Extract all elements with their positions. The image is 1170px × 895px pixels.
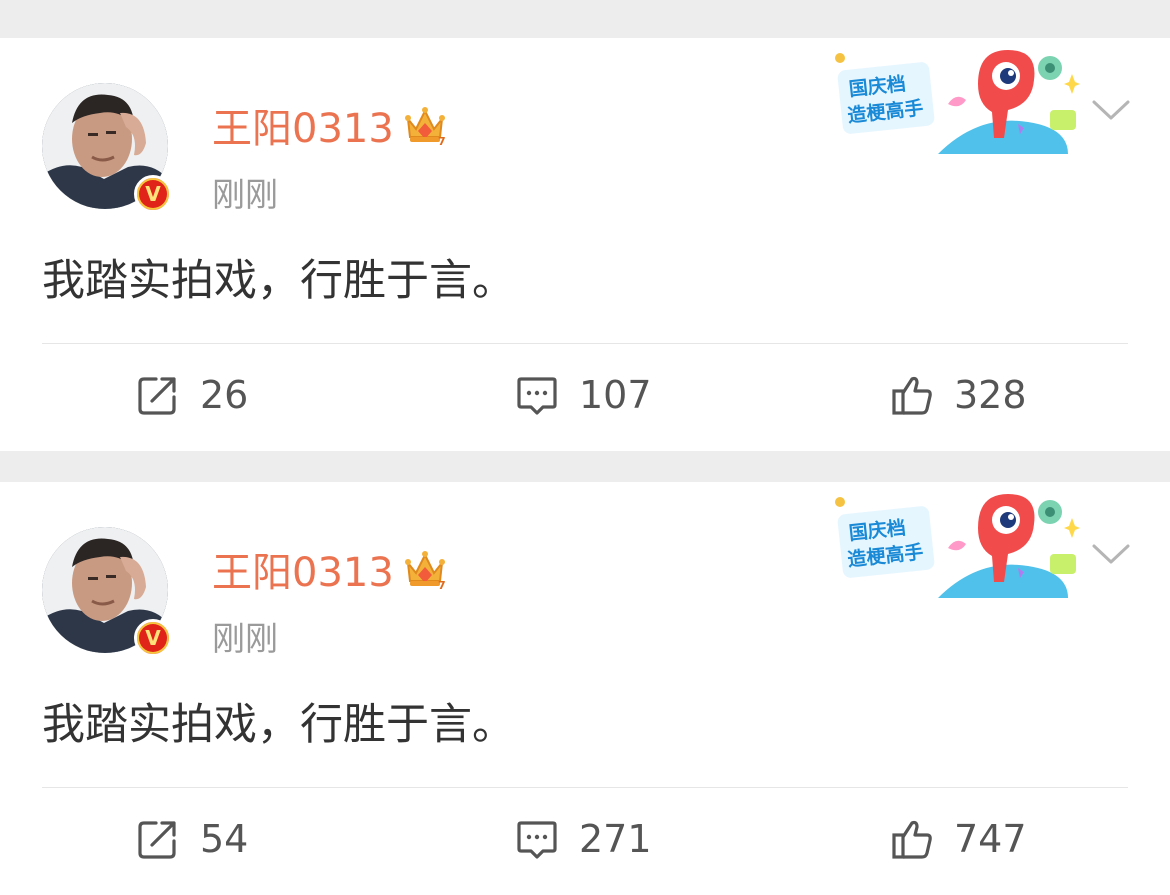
repost-icon: [138, 377, 176, 415]
username-row: 王阳0313 7: [212, 100, 448, 152]
chevron-down-icon[interactable]: [1090, 538, 1132, 568]
username-row: 王阳0313 7: [212, 544, 448, 596]
like-icon: [892, 820, 932, 859]
comment-count: 271: [579, 817, 652, 861]
post-time: 刚刚: [212, 619, 278, 658]
repost-button[interactable]: 54: [136, 814, 248, 864]
verified-badge-icon: V: [134, 175, 172, 213]
avatar[interactable]: V: [42, 83, 172, 213]
repost-count: 26: [200, 373, 249, 417]
divider: [42, 787, 1128, 788]
like-button[interactable]: 328: [890, 370, 1027, 420]
repost-count: 54: [200, 817, 249, 861]
like-count: 747: [954, 817, 1027, 861]
weibo-feed: V 王阳0313 7 刚刚 国庆档 造梗高手 我踏实拍戏，行胜于言。 26 10…: [0, 0, 1170, 895]
username[interactable]: 王阳0313: [212, 540, 394, 598]
comment-count: 107: [579, 373, 652, 417]
comment-icon: [517, 821, 557, 859]
comment-button[interactable]: 271: [515, 814, 652, 864]
username[interactable]: 王阳0313: [212, 96, 394, 154]
holiday-decor-card-icon[interactable]: 国庆档 造梗高手: [828, 488, 1080, 600]
svg-text:7: 7: [438, 579, 446, 591]
verified-badge-icon: V: [134, 619, 172, 657]
post-card[interactable]: V 王阳0313 7 刚刚 国庆档 造梗高手: [0, 38, 1170, 451]
repost-icon: [138, 821, 176, 859]
crown-icon[interactable]: 7: [402, 547, 448, 591]
comment-button[interactable]: 107: [515, 370, 652, 420]
comment-icon: [517, 377, 557, 415]
like-button[interactable]: 747: [890, 814, 1027, 864]
post-card[interactable]: V 王阳0313 7 刚刚 国庆档 造梗高手: [0, 482, 1170, 895]
holiday-decor-card-icon[interactable]: 国庆档 造梗高手: [828, 44, 1080, 156]
chevron-down-icon[interactable]: [1090, 94, 1132, 124]
like-icon: [892, 376, 932, 415]
svg-text:7: 7: [438, 135, 446, 147]
post-time: 刚刚: [212, 175, 278, 214]
post-content[interactable]: 我踏实拍戏，行胜于言。: [42, 246, 515, 308]
crown-icon[interactable]: 7: [402, 103, 448, 147]
post-content[interactable]: 我踏实拍戏，行胜于言。: [42, 690, 515, 752]
like-count: 328: [954, 373, 1027, 417]
avatar[interactable]: V: [42, 527, 172, 657]
divider: [42, 343, 1128, 344]
repost-button[interactable]: 26: [136, 370, 248, 420]
